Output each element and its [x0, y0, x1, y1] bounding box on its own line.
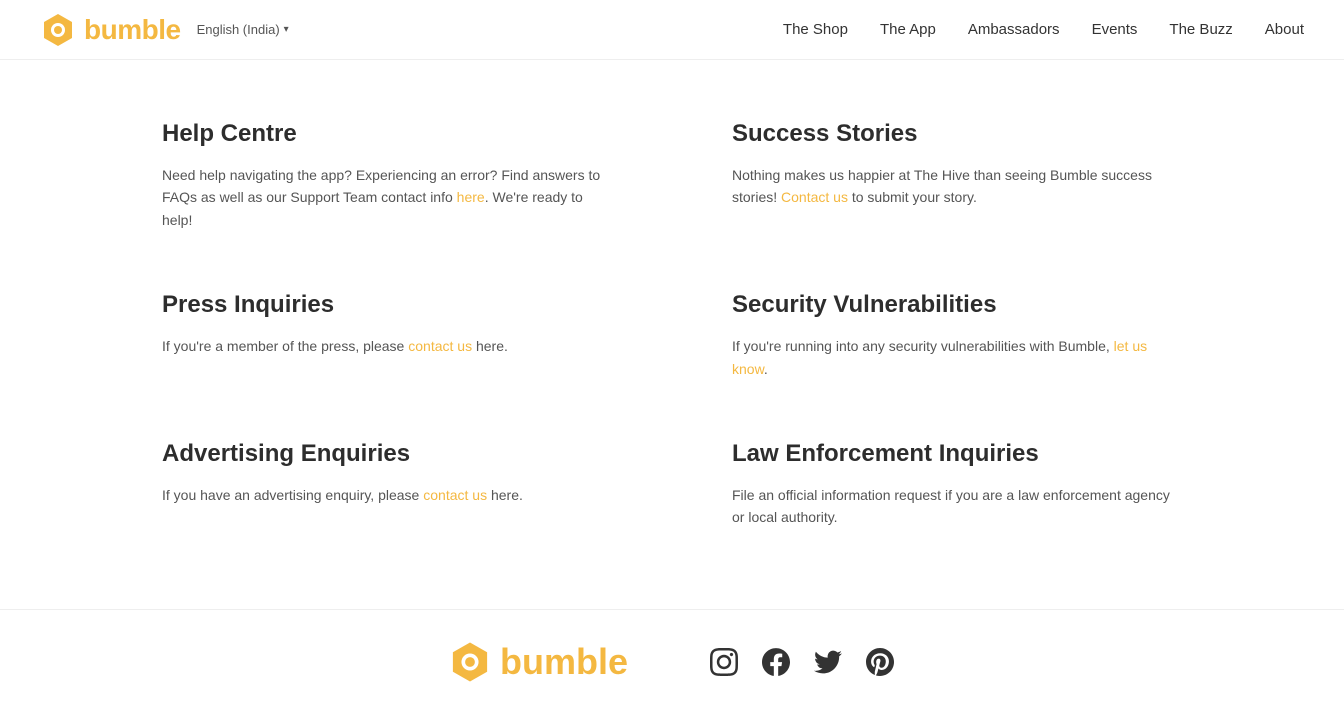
card-press-inquiries: Press Inquiries If you're a member of th… — [162, 291, 612, 380]
card-help-centre-title: Help Centre — [162, 120, 612, 148]
press-inquiries-link[interactable]: contact us — [408, 338, 472, 354]
card-success-stories: Success Stories Nothing makes us happier… — [732, 120, 1182, 231]
chevron-down-icon: ▾ — [284, 24, 289, 35]
nav-the-app[interactable]: The App — [880, 21, 936, 38]
footer-logo: bumble — [448, 640, 628, 684]
card-success-stories-title: Success Stories — [732, 120, 1182, 148]
card-security-vulnerabilities-title: Security Vulnerabilities — [732, 291, 1182, 319]
card-success-stories-body: Nothing makes us happier at The Hive tha… — [732, 164, 1182, 209]
card-security-vulnerabilities-body: If you're running into any security vuln… — [732, 335, 1182, 380]
bumble-logo-icon — [40, 12, 76, 48]
card-advertising-enquiries-body: If you have an advertising enquiry, plea… — [162, 484, 612, 506]
card-advertising-enquiries-title: Advertising Enquiries — [162, 440, 612, 468]
advertising-enquiries-link[interactable]: contact us — [423, 487, 487, 503]
cards-grid: Help Centre Need help navigating the app… — [162, 120, 1182, 529]
social-icons — [708, 646, 896, 678]
card-law-enforcement-body: File an official information request if … — [732, 484, 1182, 529]
header-left: bumble English (India) ▾ — [40, 12, 289, 48]
success-stories-link[interactable]: Contact us — [781, 189, 848, 205]
card-security-vulnerabilities: Security Vulnerabilities If you're runni… — [732, 291, 1182, 380]
card-press-inquiries-body: If you're a member of the press, please … — [162, 335, 612, 357]
language-label: English (India) — [197, 22, 280, 37]
header: bumble English (India) ▾ The Shop The Ap… — [0, 0, 1344, 60]
footer-logo-text: bumble — [500, 641, 628, 683]
header-logo[interactable]: bumble — [40, 12, 181, 48]
help-centre-link[interactable]: here — [457, 189, 485, 205]
nav-the-buzz[interactable]: The Buzz — [1169, 21, 1232, 38]
nav-the-shop[interactable]: The Shop — [783, 21, 848, 38]
twitter-icon[interactable] — [812, 646, 844, 678]
footer: bumble — [0, 609, 1344, 714]
main-nav: The Shop The App Ambassadors Events The … — [783, 21, 1304, 38]
card-advertising-enquiries: Advertising Enquiries If you have an adv… — [162, 440, 612, 529]
nav-events[interactable]: Events — [1092, 21, 1138, 38]
card-help-centre: Help Centre Need help navigating the app… — [162, 120, 612, 231]
card-law-enforcement-title: Law Enforcement Inquiries — [732, 440, 1182, 468]
language-selector[interactable]: English (India) ▾ — [197, 22, 289, 37]
card-press-inquiries-title: Press Inquiries — [162, 291, 612, 319]
instagram-icon[interactable] — [708, 646, 740, 678]
card-law-enforcement: Law Enforcement Inquiries File an offici… — [732, 440, 1182, 529]
facebook-icon[interactable] — [760, 646, 792, 678]
security-vulnerabilities-link[interactable]: let us know — [732, 338, 1147, 376]
main-content: Help Centre Need help navigating the app… — [122, 60, 1222, 609]
nav-about[interactable]: About — [1265, 21, 1304, 38]
footer-logo-icon — [448, 640, 492, 684]
pinterest-icon[interactable] — [864, 646, 896, 678]
nav-ambassadors[interactable]: Ambassadors — [968, 21, 1060, 38]
card-help-centre-body: Need help navigating the app? Experienci… — [162, 164, 612, 231]
header-logo-text: bumble — [84, 14, 181, 46]
